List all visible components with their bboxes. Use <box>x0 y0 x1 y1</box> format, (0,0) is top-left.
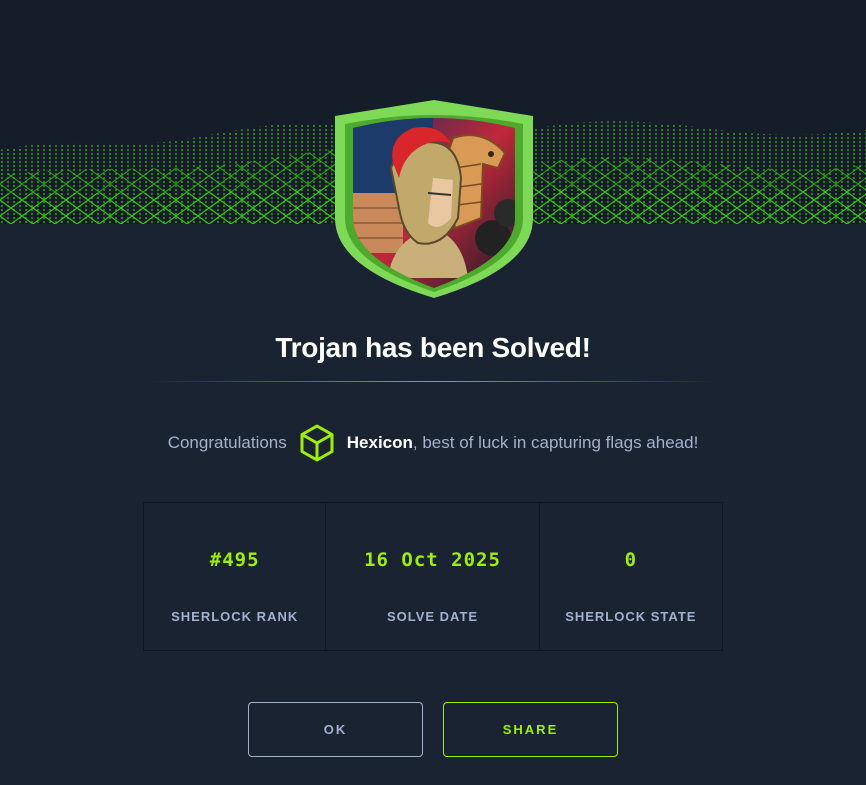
stat-state-label: SHERLOCK STATE <box>565 609 697 624</box>
stat-rank: #495 SHERLOCK RANK <box>144 503 325 650</box>
congrats-suffix: , best of luck in capturing flags ahead! <box>412 433 699 452</box>
stat-state: 0 SHERLOCK STATE <box>538 503 722 650</box>
ok-button[interactable]: OK <box>248 702 423 757</box>
stats-panel: #495 SHERLOCK RANK 16 Oct 2025 SOLVE DAT… <box>143 502 723 651</box>
title-divider <box>148 381 718 382</box>
user-cube-icon <box>297 423 337 463</box>
stat-solve-date-value: 16 Oct 2025 <box>364 549 501 571</box>
stat-rank-value: #495 <box>209 549 260 571</box>
stat-state-value: 0 <box>624 549 638 571</box>
stat-solve-date-label: SOLVE DATE <box>386 609 479 624</box>
sherlock-badge-icon <box>333 98 535 300</box>
stat-solve-date: 16 Oct 2025 SOLVE DATE <box>325 503 538 650</box>
stat-rank-label: SHERLOCK RANK <box>171 609 299 624</box>
username[interactable]: Hexicon <box>347 433 413 453</box>
congrats-message: Congratulations Hexicon , best of luck i… <box>0 421 866 465</box>
page-title: Trojan has been Solved! <box>275 332 591 363</box>
share-button[interactable]: SHARE <box>443 702 618 757</box>
congrats-prefix: Congratulations <box>167 433 287 452</box>
